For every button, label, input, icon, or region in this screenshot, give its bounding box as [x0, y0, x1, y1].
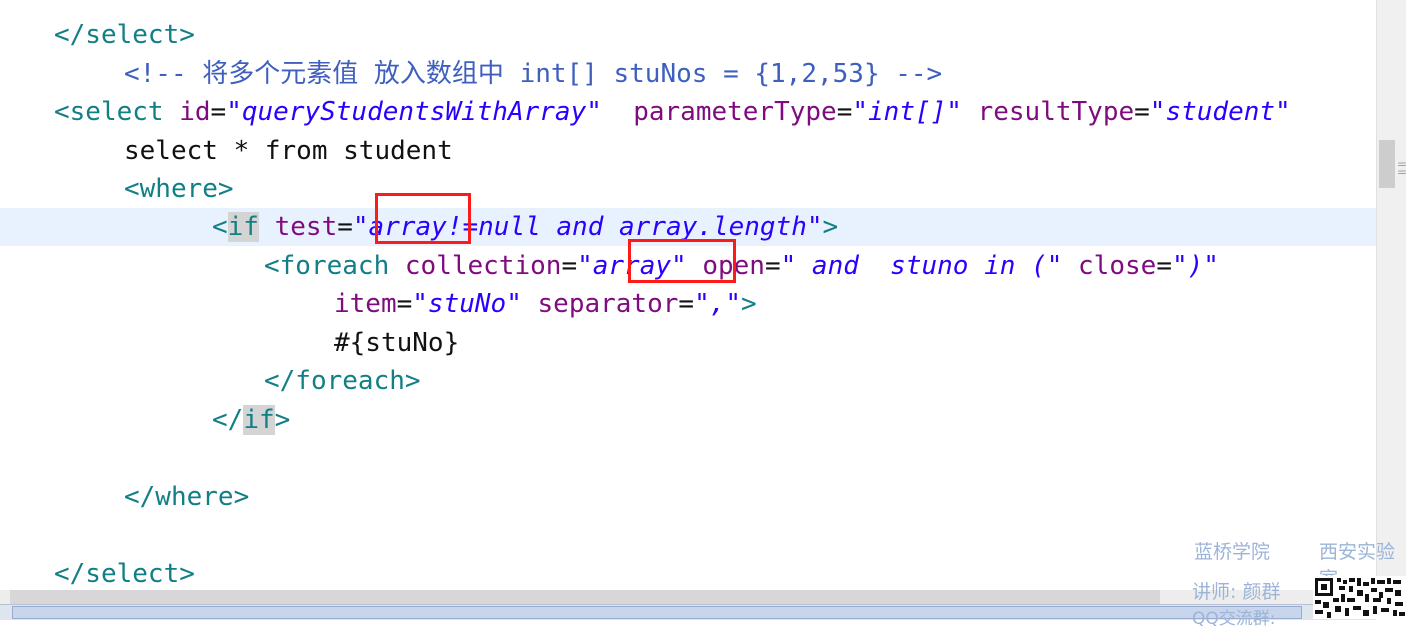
code-line-8: item="stuNo" separator=",">: [0, 285, 1376, 323]
horizontal-scrollbar-thumb[interactable]: [10, 590, 1160, 604]
tag-text: <select: [54, 97, 180, 127]
qr-code-icon: [1313, 576, 1406, 619]
tag-text: </select>: [54, 20, 195, 50]
equals-sign: =: [396, 289, 413, 319]
code-editor[interactable]: </select> <!-- 将多个元素值 放入数组中 int[] stuNos…: [0, 0, 1376, 590]
if-keyword-highlight: if: [227, 212, 259, 242]
code-line-4: select * from student: [0, 132, 1376, 170]
code-line-2: <!-- 将多个元素值 放入数组中 int[] stuNos = {1,2,53…: [0, 55, 1376, 93]
vertical-scrollbar[interactable]: [1376, 0, 1406, 590]
sql-text: select * from student: [124, 136, 453, 166]
attr-name: collection: [404, 251, 562, 281]
vertical-scrollbar-thumb[interactable]: [1379, 140, 1395, 188]
attr-name: id: [179, 97, 211, 127]
equals-sign: =: [1134, 97, 1150, 127]
placeholder-text: #{stuNo}: [334, 328, 460, 358]
attr-name: separator: [537, 289, 679, 319]
attr-value: "stuNo": [412, 289, 522, 319]
attr-value: "int[]": [852, 97, 962, 127]
attr-value: ",": [694, 289, 742, 319]
watermark-academy: 蓝桥学院: [1194, 541, 1271, 563]
equals-sign: =: [1156, 251, 1172, 281]
tag-text: </select>: [54, 559, 195, 589]
tag-text: </where>: [124, 482, 250, 512]
code-line-10: </foreach>: [0, 362, 1376, 400]
tag-text: <where>: [124, 174, 234, 204]
code-line-12: </where>: [0, 478, 1376, 516]
equals-sign: =: [836, 97, 853, 127]
attr-name: parameterType: [633, 97, 837, 127]
equals-sign: =: [678, 289, 695, 319]
tag-text: >: [822, 212, 839, 242]
status-field: [12, 606, 1302, 619]
comment-text: <!-- 将多个元素值 放入数组中 int[] stuNos = {1,2,53…: [124, 59, 943, 89]
code-line-13: </select>: [0, 555, 1376, 590]
grip-icon: = =: [1397, 157, 1406, 179]
attr-name: close: [1078, 251, 1157, 281]
highlight-box-test-array: [375, 193, 471, 244]
attr-value: ")": [1171, 251, 1219, 281]
tag-text: <: [212, 212, 228, 242]
equals-sign: =: [764, 251, 781, 281]
equals-sign: =: [337, 212, 353, 242]
equals-sign: =: [561, 251, 578, 281]
equals-sign: =: [210, 97, 227, 127]
tag-text: >: [274, 405, 291, 435]
watermark-qq-group: QQ交流群:: [1192, 609, 1276, 629]
code-line-1: </select>: [0, 16, 1376, 54]
attr-value: "queryStudentsWithArray": [226, 97, 602, 127]
code-line-3: <select id="queryStudentsWithArray" para…: [0, 93, 1376, 131]
tag-text: <foreach: [264, 251, 405, 281]
attr-name: test: [274, 212, 338, 242]
attr-value: "student": [1149, 97, 1291, 127]
if-keyword-highlight: if: [243, 405, 275, 435]
tag-text: </foreach>: [264, 366, 421, 396]
watermark-teacher: 讲师: 颜群: [1192, 581, 1281, 603]
tag-text: </: [212, 405, 244, 435]
code-line-11: </if>: [0, 401, 1376, 439]
tag-text: >: [741, 289, 757, 319]
attr-value: " and stuno in (": [780, 251, 1063, 281]
attr-name: item: [334, 289, 397, 319]
code-line-5: <where>: [0, 170, 1376, 208]
highlight-box-collection-array: [628, 239, 736, 283]
attr-name: resultType: [977, 97, 1135, 127]
code-line-9: #{stuNo}: [0, 324, 1376, 362]
